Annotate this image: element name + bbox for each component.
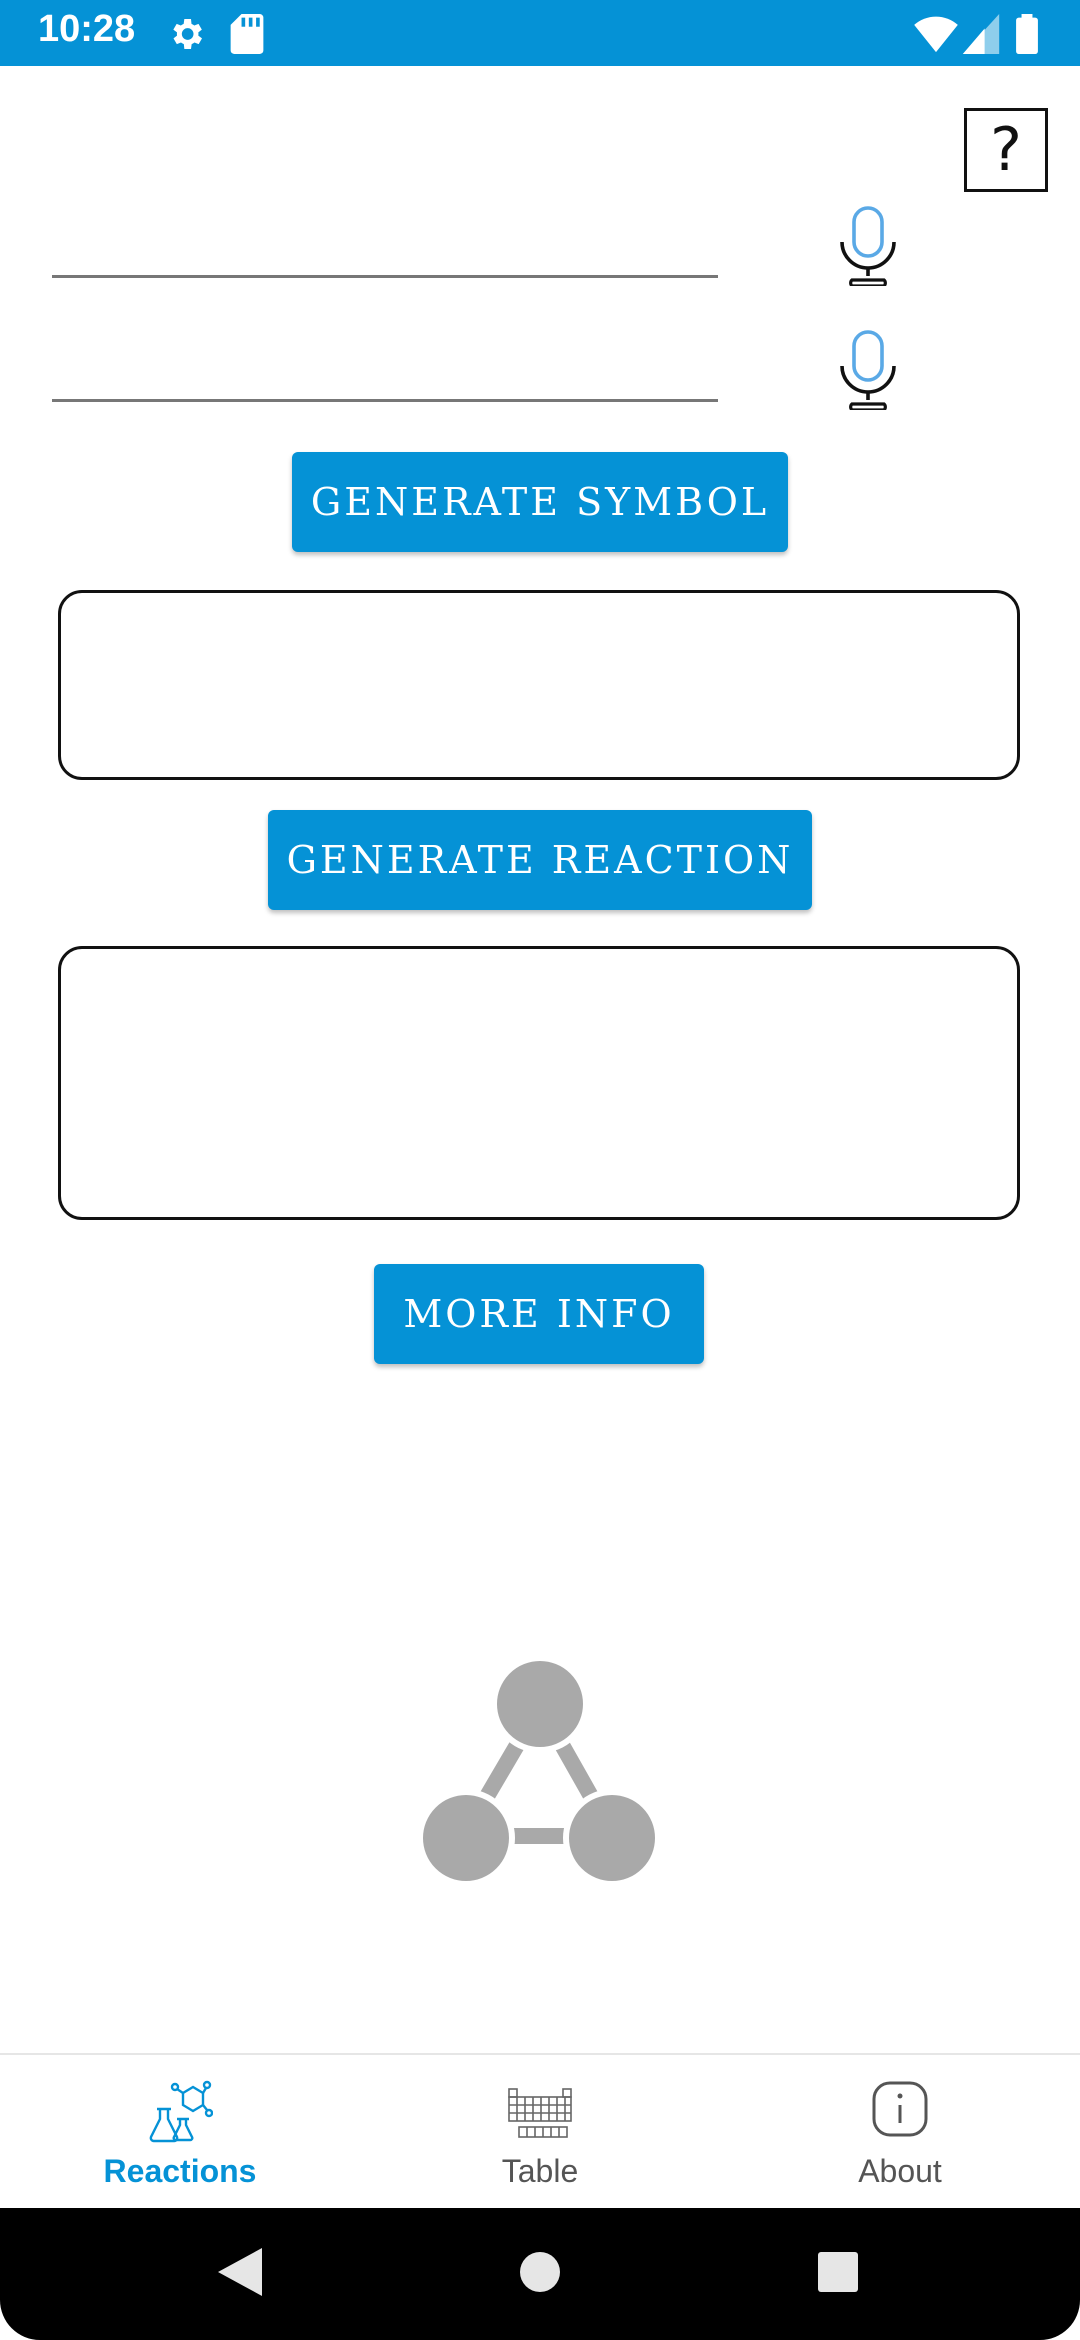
nav-item-table[interactable]: Table [360, 2055, 720, 2210]
generate-symbol-button[interactable]: GENERATE SYMBOL [292, 452, 788, 552]
sd-card-icon [230, 14, 264, 59]
system-navigation-bar [0, 2208, 1080, 2340]
element-input-1[interactable] [52, 198, 718, 278]
nav-label-table: Table [501, 2153, 579, 2189]
recents-icon[interactable] [818, 2252, 858, 2297]
gear-icon [166, 14, 206, 59]
battery-icon [1016, 14, 1038, 59]
reactions-flask-icon [147, 2079, 214, 2150]
wifi-icon [914, 14, 958, 59]
nav-item-about[interactable]: About [720, 2055, 1080, 2210]
home-icon[interactable] [520, 2252, 560, 2297]
symbol-output-box [58, 590, 1020, 780]
status-bar: 10:28 [0, 0, 1080, 66]
back-icon[interactable] [218, 2248, 262, 2301]
nav-label-reactions: Reactions [103, 2153, 257, 2189]
info-icon [870, 2079, 930, 2144]
bottom-navigation: Reactions Table About [0, 2053, 1080, 2210]
molecule-logo-icon [416, 1655, 664, 1888]
status-time: 10:28 [38, 8, 136, 50]
element-input-2[interactable] [52, 322, 718, 402]
reaction-output-box [58, 946, 1020, 1220]
generate-reaction-button[interactable]: GENERATE REACTION [268, 810, 812, 910]
nav-item-reactions[interactable]: Reactions [0, 2055, 360, 2210]
mic-icon[interactable] [836, 206, 900, 288]
nav-label-about: About [858, 2153, 942, 2189]
more-info-button[interactable]: MORE INFO [374, 1264, 704, 1364]
help-button[interactable]: ? [964, 108, 1048, 192]
signal-icon [962, 14, 1000, 59]
mic-icon[interactable] [836, 330, 900, 412]
periodic-table-icon [507, 2079, 573, 2150]
